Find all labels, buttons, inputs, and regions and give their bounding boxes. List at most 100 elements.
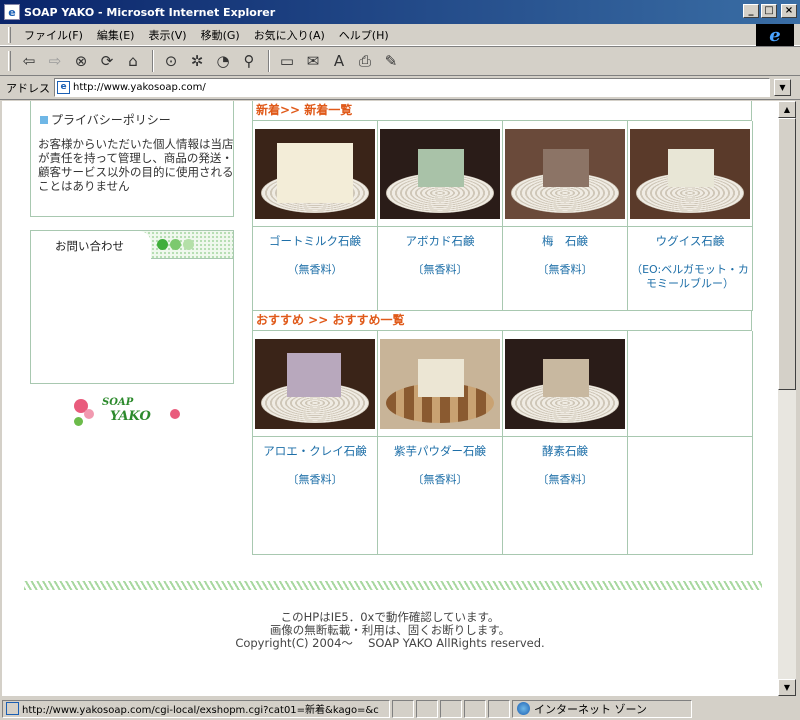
address-url: http://www.yakosoap.com/ [73,82,206,93]
status-slot [464,699,486,718]
address-label: アドレス [6,81,50,95]
page-footer: このHPはIE5．0xで動作確認しています。 画像の無断転載・利用は、固くお断り… [2,611,778,650]
menu-go[interactable]: 移動(G) [194,27,247,43]
product-name-link[interactable]: アロエ・クレイ石鹸 [253,443,377,459]
product-info-cell: アボカド石鹸 〔無香料〕 [378,227,503,311]
product-image-cell[interactable] [378,121,503,227]
vertical-scrollbar[interactable]: ▲ ▼ [778,101,796,696]
menu-help[interactable]: ヘルプ(H) [332,27,396,43]
empty-cell [628,437,753,555]
close-button[interactable]: × [781,4,797,18]
product-image-cell[interactable] [253,331,378,437]
minimize-button[interactable]: _ [743,4,759,18]
address-dropdown-icon[interactable]: ▼ [774,79,791,96]
section-title-recommended[interactable]: おすすめ >> おすすめ一覧 [252,311,752,331]
status-bar: http://www.yakosoap.com/cgi-local/exshop… [0,697,800,720]
product-info-cell: 紫芋パウダー石鹸 〔無香料〕 [378,437,503,555]
privacy-title: プライバシーポリシー [51,113,171,127]
product-note: 〔無香料〕 [287,473,343,486]
product-name-link[interactable]: ウグイス石鹸 [628,233,752,249]
product-note: 〔無香料〕 [412,473,468,486]
scroll-down-icon[interactable]: ▼ [778,679,796,696]
product-info-cell: 酵素石鹸 〔無香料〕 [503,437,628,555]
bullet-square-icon [40,115,48,124]
security-zone: インターネット ゾーン [512,699,692,718]
ie-page-icon: e [4,4,20,20]
scroll-up-icon[interactable]: ▲ [778,101,796,118]
product-area: 新着>> 新着一覧 ゴートミルク石鹸 （無香料） アボカド石鹸 〔無香料〕 梅 … [252,101,753,555]
flower-icon [170,409,180,419]
menu-file[interactable]: ファイル(F) [17,27,90,43]
ie-logo-icon: e [756,24,794,46]
search-icon[interactable]: ⊙ [159,49,183,73]
history-icon[interactable]: ◔ [211,49,235,73]
toolbar-grip[interactable] [8,51,11,71]
toolbar-grip[interactable] [8,26,11,43]
channels-icon[interactable]: ⚲ [237,49,261,73]
page-icon: e [57,81,70,94]
logo-text-yako: YAKO [110,409,151,424]
page-viewport: プライバシーポリシー お客様からいただいた個人情報は当店が責任を持って管理し、商… [2,101,778,696]
soap-yako-logo[interactable]: SOAP YAKO [72,397,192,433]
product-note: （無香料） [287,263,343,276]
product-image-cell[interactable] [628,121,753,227]
scroll-thumb[interactable] [778,118,796,390]
contact-header: お問い合わせ [31,231,233,259]
product-note: 〔無香料〕 [412,263,468,276]
product-info-cell: 梅 石鹸 〔無香料〕 [503,227,628,311]
flower-icon [84,409,94,419]
product-image-cell[interactable] [253,121,378,227]
menu-bar: ファイル(F) 編集(E) 表示(V) 移動(G) お気に入り(A) ヘルプ(H… [0,24,800,46]
standard-toolbar: ⇦ ⇨ ⊗ ⟳ ⌂ ⊙ ✲ ◔ ⚲ ▭ ✉ A ⎙ ✎ [0,46,800,76]
fullscreen-icon[interactable]: ▭ [275,49,299,73]
print-icon[interactable]: ⎙ [353,49,377,73]
menu-edit[interactable]: 編集(E) [90,27,142,43]
menu-view[interactable]: 表示(V) [141,27,193,43]
product-name-link[interactable]: 酵素石鹸 [503,443,627,459]
product-photo [668,148,714,187]
status-url: http://www.yakosoap.com/cgi-local/exshop… [22,705,379,716]
zone-label: インターネット ゾーン [534,702,647,716]
menu-favorites[interactable]: お気に入り(A) [247,27,332,43]
product-name-link[interactable]: 梅 石鹸 [503,233,627,249]
product-photo [287,352,341,397]
product-photo [543,358,589,397]
privacy-box: プライバシーポリシー お客様からいただいた個人情報は当店が責任を持って管理し、商… [30,101,234,217]
toolbar-separator [152,50,154,72]
product-grid-new: ゴートミルク石鹸 （無香料） アボカド石鹸 〔無香料〕 梅 石鹸 〔無香料〕 ウ… [252,121,753,311]
contact-box: お問い合わせ [30,230,234,384]
edit-icon[interactable]: ✎ [379,49,403,73]
favorites-icon[interactable]: ✲ [185,49,209,73]
contact-dots-icon [157,239,194,250]
product-info-cell: ゴートミルク石鹸 （無香料） [253,227,378,311]
product-image-cell[interactable] [503,121,628,227]
product-photo [543,148,589,187]
status-slot [440,699,462,718]
refresh-icon[interactable]: ⟳ [95,49,119,73]
status-url-pane: http://www.yakosoap.com/cgi-local/exshop… [2,699,390,718]
product-info-cell: ウグイス石鹸 （EO:ベルガモット・カモミールブルー） [628,227,753,311]
maximize-button[interactable]: □ [761,4,777,18]
contact-title[interactable]: お問い合わせ [55,238,124,254]
product-name-link[interactable]: アボカド石鹸 [378,233,502,249]
window-titlebar: e SOAP YAKO - Microsoft Internet Explore… [0,0,800,24]
product-name-link[interactable]: ゴートミルク石鹸 [253,233,377,249]
address-input[interactable]: e http://www.yakosoap.com/ [54,78,770,97]
copyright: Copyright(C) 2004～ SOAP YAKO AllRights r… [235,636,545,650]
product-info-cell: アロエ・クレイ石鹸 〔無香料〕 [253,437,378,555]
product-name-link[interactable]: 紫芋パウダー石鹸 [378,443,502,459]
product-image-cell[interactable] [503,331,628,437]
font-icon[interactable]: A [327,49,351,73]
stop-icon[interactable]: ⊗ [69,49,93,73]
forward-icon[interactable]: ⇨ [43,49,67,73]
back-icon[interactable]: ⇦ [17,49,41,73]
privacy-policy-link[interactable]: プライバシーポリシー [40,111,171,128]
product-image-cell[interactable] [378,331,503,437]
mail-icon[interactable]: ✉ [301,49,325,73]
section-title-new[interactable]: 新着>> 新着一覧 [252,101,752,121]
product-grid-recommended: アロエ・クレイ石鹸 〔無香料〕 紫芋パウダー石鹸 〔無香料〕 酵素石鹸 〔無香料… [252,331,753,555]
product-photo [277,142,353,203]
window-title: SOAP YAKO - Microsoft Internet Explorer [24,5,276,19]
leaf-icon [74,417,83,426]
home-icon[interactable]: ⌂ [121,49,145,73]
